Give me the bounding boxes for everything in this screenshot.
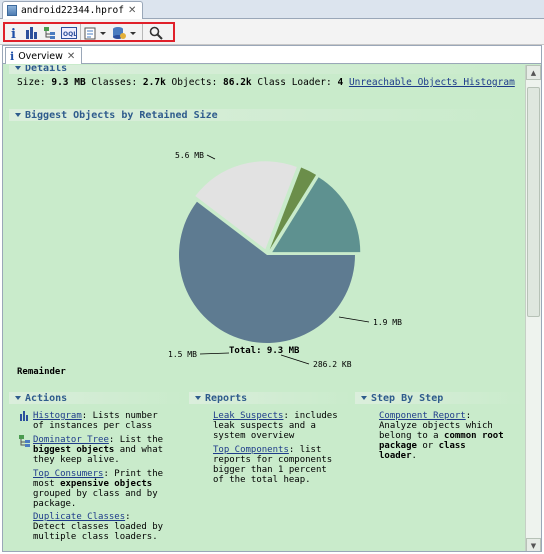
- run-report-button[interactable]: [84, 25, 108, 40]
- oql-button[interactable]: OQL: [60, 25, 77, 40]
- step-by-step-section-header[interactable]: Step By Step: [355, 392, 523, 404]
- dominator-tree-link[interactable]: Dominator Tree: [33, 435, 109, 445]
- histogram-button[interactable]: [24, 25, 40, 40]
- close-icon[interactable]: ✕: [128, 5, 136, 16]
- close-icon[interactable]: ✕: [67, 51, 75, 62]
- editor-tab[interactable]: android22344.hprof ✕: [2, 1, 144, 19]
- reports-section-header[interactable]: Reports: [189, 392, 351, 404]
- top-components-link[interactable]: Top Components: [213, 445, 289, 455]
- editor-tab-label: android22344.hprof: [21, 5, 124, 16]
- actions-header-label: Actions: [25, 392, 68, 404]
- view-tab-bar: i Overview ✕: [3, 46, 541, 64]
- overview-content: Details Size: 9.3 MB Classes: 2.7k Objec…: [3, 65, 525, 551]
- histogram-icon: [26, 27, 37, 39]
- remainder-label: Remainder: [17, 367, 66, 377]
- search-icon: [149, 26, 163, 40]
- component-report-description-mid: or: [416, 441, 439, 451]
- histogram-link[interactable]: Histogram: [33, 411, 82, 421]
- search-button[interactable]: [148, 25, 164, 40]
- pie-slice-label: 5.6 MB: [175, 151, 204, 160]
- overview-tab[interactable]: i Overview ✕: [5, 47, 83, 64]
- report-icon: [84, 27, 106, 39]
- top-consumers-description: grouped by class and by package.: [33, 489, 158, 509]
- pie-leader-line: [338, 316, 370, 323]
- collapse-icon: [195, 396, 201, 400]
- top-consumers-description-bold: expensive objects: [60, 479, 153, 489]
- toolbar-separator: [142, 24, 143, 40]
- overview-button[interactable]: i: [8, 25, 20, 40]
- overview-view: i Overview ✕ Details Size: 9.3 MB Classe…: [2, 45, 542, 552]
- info-icon: i: [11, 27, 16, 40]
- pie-leader-line: [280, 354, 310, 365]
- scroll-down-arrow-icon[interactable]: ▼: [526, 538, 541, 551]
- histogram-icon: [20, 411, 28, 421]
- pie-slice-label: 286.2 KB: [313, 360, 352, 369]
- pie-total-label: Total: 9.3 MB: [229, 346, 300, 356]
- dominator-tree-description-pre: : List the: [108, 435, 164, 445]
- component-report-link[interactable]: Component Report: [379, 411, 466, 421]
- top-consumers-link[interactable]: Top Consumers: [33, 469, 103, 479]
- reports-header-label: Reports: [205, 392, 248, 404]
- oql-icon: OQL: [60, 26, 77, 39]
- overview-tab-label: Overview: [18, 50, 63, 62]
- leak-suspects-link[interactable]: Leak Suspects: [213, 411, 283, 421]
- scroll-up-arrow-icon[interactable]: ▲: [526, 65, 541, 80]
- component-report-description-end: .: [411, 451, 417, 461]
- duplicate-classes-link[interactable]: Duplicate Classes: [33, 512, 125, 522]
- vertical-scrollbar[interactable]: ▲ ▼: [525, 65, 541, 551]
- svg-text:OQL: OQL: [63, 31, 77, 38]
- actions-section-header[interactable]: Actions: [9, 392, 183, 404]
- info-icon: i: [10, 49, 15, 63]
- pie-slice-label: 1.5 MB: [168, 350, 197, 359]
- heap-dump-icon: [7, 5, 17, 16]
- dominator-tree-button[interactable]: [42, 25, 58, 40]
- pie-slice-label: 1.9 MB: [373, 318, 402, 327]
- dominator-tree-description-bold: biggest objects: [33, 445, 115, 455]
- report-item-leak-suspects: Leak Suspects: includes leak suspects an…: [213, 411, 338, 441]
- collapse-icon: [361, 396, 367, 400]
- action-item-histogram: Histogram: Lists number of instances per…: [20, 411, 168, 431]
- pie-chart: 5.6 MB 1.9 MB 286.2 KB 1.5 MB: [168, 151, 402, 369]
- report-item-top-components: Top Components: list reports for compone…: [213, 445, 338, 485]
- scrollbar-thumb[interactable]: [527, 87, 540, 317]
- toolbar-separator: [80, 24, 81, 40]
- step-item-component-report: Component Report: Analyze objects which …: [379, 411, 509, 461]
- step-by-step-header-label: Step By Step: [371, 392, 444, 404]
- action-item-dominator-tree: Dominator Tree: List the biggest objects…: [19, 435, 168, 465]
- pie-leader-line: [206, 154, 216, 160]
- database-icon: [113, 26, 136, 39]
- dominator-tree-icon: [19, 435, 30, 447]
- query-browser-button[interactable]: [112, 25, 138, 40]
- action-item-top-consumers: Top Consumers: Print the most expensive …: [33, 469, 168, 509]
- action-item-duplicate-classes: Duplicate Classes: Detect classes loaded…: [33, 512, 168, 542]
- svg-text:i: i: [11, 27, 16, 40]
- toolbar: i OQL: [0, 19, 544, 45]
- dominator-tree-icon: [44, 26, 55, 39]
- pie-leader-line: [199, 352, 230, 355]
- collapse-icon: [15, 396, 21, 400]
- editor-tab-bar: android22344.hprof ✕: [0, 0, 544, 19]
